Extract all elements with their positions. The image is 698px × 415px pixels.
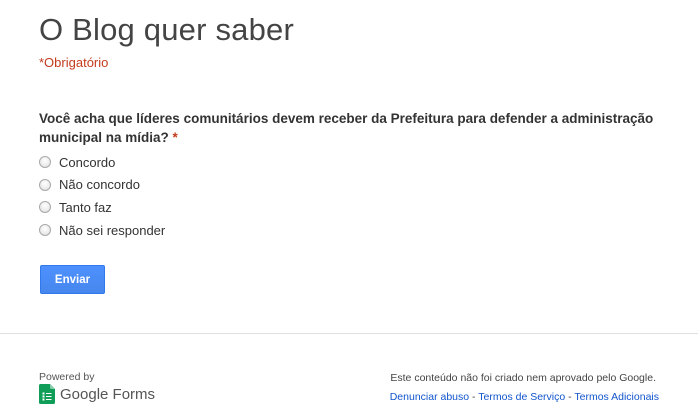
google-forms-brand: Google Forms [60,386,155,403]
link-separator: - [469,391,479,403]
radio-button[interactable] [39,224,51,237]
google-forms-logo[interactable]: Google Forms [39,384,155,404]
google-forms-icon [39,384,55,404]
option-label: Tanto faz [59,199,112,215]
additional-terms-link[interactable]: Termos Adicionais [574,391,659,403]
terms-of-service-link[interactable]: Termos de Serviço [478,391,565,403]
brand-google: Google [60,385,109,403]
footer-divider [0,333,698,334]
option-nao-concordo[interactable]: Não concordo [39,174,165,197]
radio-options: Concordo Não concordo Tanto faz Não sei … [39,151,165,241]
option-concordo[interactable]: Concordo [39,151,165,174]
question-text: Você acha que líderes comunitários devem… [39,111,654,145]
option-label: Concordo [59,154,116,170]
report-abuse-link[interactable]: Denunciar abuso [390,391,469,403]
submit-button[interactable]: Enviar [40,265,105,294]
option-label: Não concordo [59,177,140,193]
radio-button[interactable] [39,156,51,169]
radio-button[interactable] [39,201,51,214]
option-label: Não sei responder [59,222,166,238]
option-tanto-faz[interactable]: Tanto faz [39,196,165,219]
form-title: O Blog quer saber [39,12,294,47]
footer-links: Denunciar abuso - Termos de Serviço - Te… [390,391,659,403]
brand-forms: Forms [112,385,156,403]
powered-by-text: Powered by [39,371,95,383]
option-nao-sei-responder[interactable]: Não sei responder [39,219,165,242]
disclaimer-text: Este conteúdo não foi criado nem aprovad… [390,372,656,384]
question-title: Você acha que líderes comunitários devem… [39,109,669,147]
link-separator: - [565,391,575,403]
required-note: *Obrigatório [39,55,109,70]
required-asterisk: * [172,130,178,145]
radio-button[interactable] [39,178,51,191]
